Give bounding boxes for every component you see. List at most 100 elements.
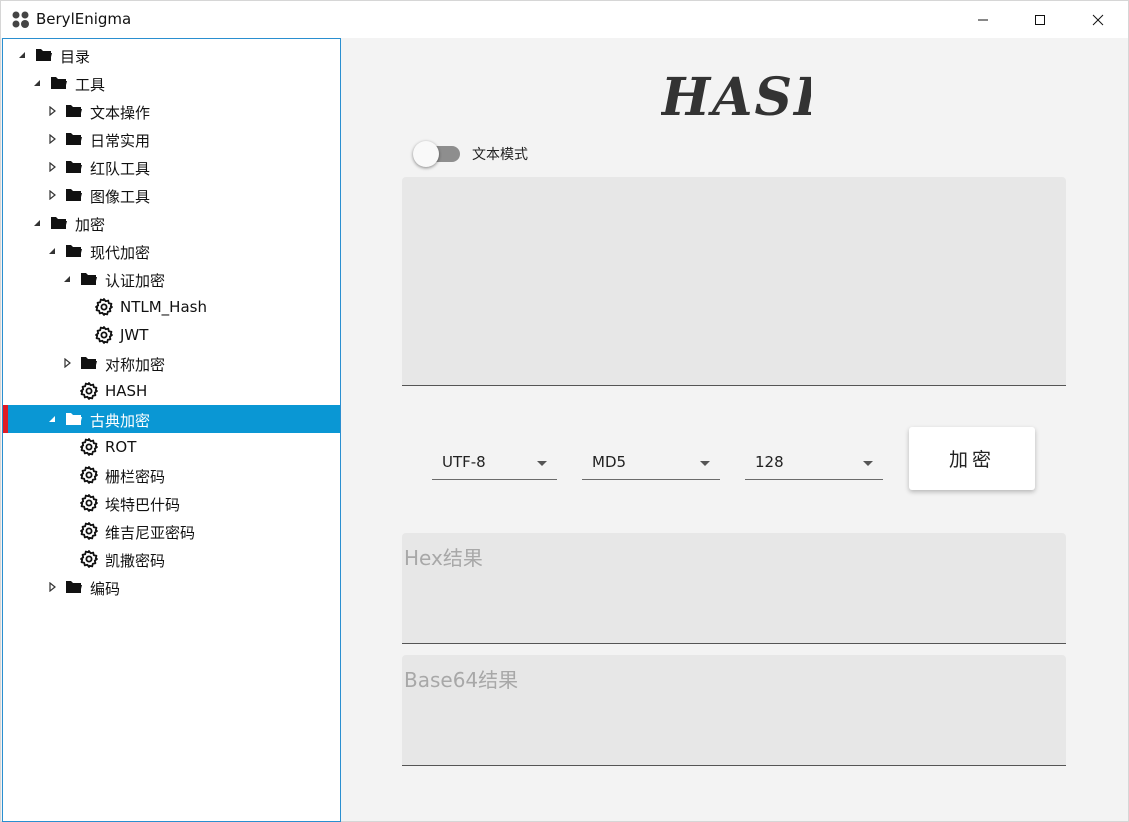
tree-item-label: 维吉尼亚密码 <box>105 524 196 542</box>
gear-icon <box>80 382 98 400</box>
app-logo-icon <box>12 11 29 28</box>
tree-item[interactable]: HASH <box>3 377 340 405</box>
page-title: HASH <box>661 67 811 123</box>
close-icon <box>1092 14 1104 25</box>
title-bar[interactable]: BerylEnigma <box>1 1 1128 38</box>
tree-item-label: HASH <box>105 382 148 400</box>
text-mode-label: 文本模式 <box>472 147 528 163</box>
tree-item[interactable]: 红队工具 <box>3 153 340 181</box>
folder-icon <box>50 75 68 91</box>
folder-icon <box>80 355 98 371</box>
close-button[interactable] <box>1069 1 1127 38</box>
collapse-arrow-icon[interactable] <box>47 162 57 172</box>
base64-result-textarea[interactable]: Base64结果 <box>402 655 1066 766</box>
minimize-button[interactable] <box>954 1 1012 38</box>
algorithm-select[interactable]: MD5 <box>582 449 720 480</box>
tree-item-label: 现代加密 <box>90 244 151 262</box>
tree-item[interactable]: ROT <box>3 433 340 461</box>
collapse-arrow-icon[interactable] <box>47 190 57 200</box>
expand-arrow-icon[interactable] <box>32 78 42 88</box>
tree-item[interactable]: 日常实用 <box>3 125 340 153</box>
app-window: BerylEnigma 目录 工具 文本操作 日常实用 红队工具 图像工具 加密 现代加密 认证… <box>0 0 1129 822</box>
tree-item[interactable]: 现代加密 <box>3 237 340 265</box>
tree-item-label: 对称加密 <box>105 356 166 374</box>
tree-item[interactable]: 认证加密 <box>3 265 340 293</box>
tree-item-label: 文本操作 <box>90 104 151 122</box>
folder-icon <box>35 47 53 63</box>
tree-item[interactable]: 埃特巴什码 <box>3 489 340 517</box>
gear-icon <box>80 550 98 568</box>
tree-item[interactable]: 编码 <box>3 573 340 601</box>
folder-icon <box>65 579 83 595</box>
chevron-down-icon <box>537 461 547 466</box>
folder-icon <box>65 159 83 175</box>
tree-item[interactable]: NTLM_Hash <box>3 293 340 321</box>
folder-icon <box>65 187 83 203</box>
gear-icon <box>80 494 98 512</box>
folder-icon <box>65 411 83 427</box>
expand-arrow-icon[interactable] <box>62 274 72 284</box>
svg-text:HASH: HASH <box>661 67 811 123</box>
window-title: BerylEnigma <box>36 10 132 28</box>
chevron-down-icon <box>863 461 873 466</box>
tree-item[interactable]: JWT <box>3 321 340 349</box>
collapse-arrow-icon[interactable] <box>47 582 57 592</box>
tree-item[interactable]: 对称加密 <box>3 349 340 377</box>
bits-value: 128 <box>755 453 784 471</box>
tree-item[interactable]: 加密 <box>3 209 340 237</box>
maximize-icon <box>1035 14 1045 25</box>
tree-item-label: 埃特巴什码 <box>105 496 181 514</box>
hex-result-textarea[interactable]: Hex结果 <box>402 533 1066 644</box>
maximize-button[interactable] <box>1011 1 1069 38</box>
base64-result-placeholder: Base64结果 <box>404 668 519 692</box>
collapse-arrow-icon[interactable] <box>47 134 57 144</box>
tree-item[interactable]: 凯撒密码 <box>3 545 340 573</box>
bits-select[interactable]: 128 <box>745 449 883 480</box>
tree-item[interactable]: 栅栏密码 <box>3 461 340 489</box>
folder-icon <box>65 131 83 147</box>
tree-item-label: 红队工具 <box>90 160 151 178</box>
tree-item[interactable]: 目录 <box>3 41 340 69</box>
navigation-tree[interactable]: 目录工具文本操作日常实用红队工具图像工具加密现代加密认证加密 NTLM_Hash J… <box>2 38 341 822</box>
tree-item[interactable]: 古典加密 <box>3 405 340 433</box>
charset-select[interactable]: UTF-8 <box>432 449 557 480</box>
tree-item-label: JWT <box>120 326 149 344</box>
collapse-arrow-icon[interactable] <box>47 106 57 116</box>
tree-item[interactable]: 维吉尼亚密码 <box>3 517 340 545</box>
chevron-down-icon <box>700 461 710 466</box>
folder-icon <box>65 103 83 119</box>
text-mode-toggle-thumb[interactable] <box>413 141 439 167</box>
tree-item-label: 日常实用 <box>90 132 151 150</box>
expand-arrow-icon[interactable] <box>47 246 57 256</box>
tree-item-label: 凯撒密码 <box>105 552 166 570</box>
expand-arrow-icon[interactable] <box>32 218 42 228</box>
tree-item-label: 加密 <box>75 216 106 234</box>
expand-arrow-icon[interactable] <box>47 414 57 424</box>
gear-icon <box>95 326 113 344</box>
tree-item-label: 图像工具 <box>90 188 151 206</box>
selection-marker <box>3 405 8 433</box>
tree-item-label: 目录 <box>60 48 91 66</box>
collapse-arrow-icon[interactable] <box>62 358 72 368</box>
tree-item-label: 栅栏密码 <box>105 468 166 486</box>
gear-icon <box>95 298 113 316</box>
charset-value: UTF-8 <box>442 453 486 471</box>
tree-item-label: 认证加密 <box>105 272 166 290</box>
folder-icon <box>80 271 98 287</box>
folder-icon <box>65 243 83 259</box>
tree-item[interactable]: 工具 <box>3 69 340 97</box>
hex-result-placeholder: Hex结果 <box>404 546 483 570</box>
expand-arrow-icon[interactable] <box>17 50 27 60</box>
tree-item-label: 编码 <box>90 580 121 598</box>
gear-icon <box>80 466 98 484</box>
gear-icon <box>80 438 98 456</box>
input-textarea[interactable] <box>402 177 1066 386</box>
tree-item-label: 古典加密 <box>90 412 151 430</box>
tree-item-label: 工具 <box>75 76 106 94</box>
tree-item-label: NTLM_Hash <box>120 298 207 316</box>
tree-item[interactable]: 图像工具 <box>3 181 340 209</box>
encrypt-button[interactable]: 加密 <box>909 427 1035 490</box>
tree-item[interactable]: 文本操作 <box>3 97 340 125</box>
algorithm-value: MD5 <box>592 453 627 471</box>
gear-icon <box>80 522 98 540</box>
